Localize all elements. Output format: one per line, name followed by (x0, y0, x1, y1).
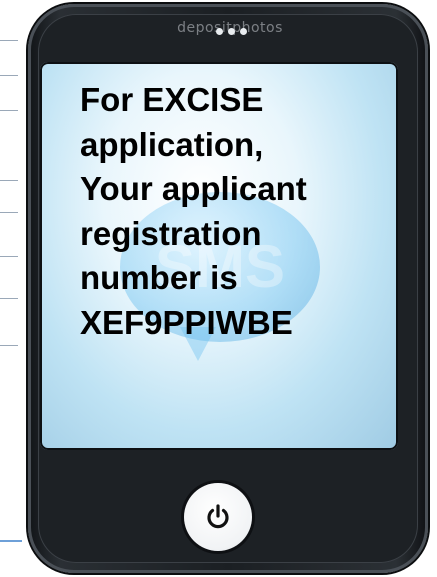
power-icon (207, 504, 229, 529)
message-line: number is (80, 259, 238, 296)
guide-line (0, 40, 18, 41)
guide-line (0, 110, 18, 111)
guide-line (0, 345, 18, 346)
guide-line (0, 212, 18, 213)
speaker-dots (216, 28, 247, 35)
message-line: For EXCISE (80, 81, 264, 118)
guide-line (0, 298, 18, 299)
guide-line-accent (0, 540, 22, 542)
speaker-dot (228, 28, 235, 35)
phone-screen: SMS For EXCISE application, Your applica… (40, 62, 398, 450)
message-line: application, (80, 125, 264, 163)
guide-line (0, 256, 18, 257)
power-button[interactable] (184, 483, 252, 551)
sms-message: For EXCISE application, Your applicant r… (80, 78, 390, 345)
registration-number: XEF9PPIWBE (80, 303, 293, 341)
speaker-dot (240, 28, 247, 35)
guide-line (0, 75, 18, 76)
message-line: registration (80, 214, 262, 252)
message-line: Your applicant (80, 170, 307, 207)
speaker-dot (216, 28, 223, 35)
guide-line (0, 180, 18, 181)
